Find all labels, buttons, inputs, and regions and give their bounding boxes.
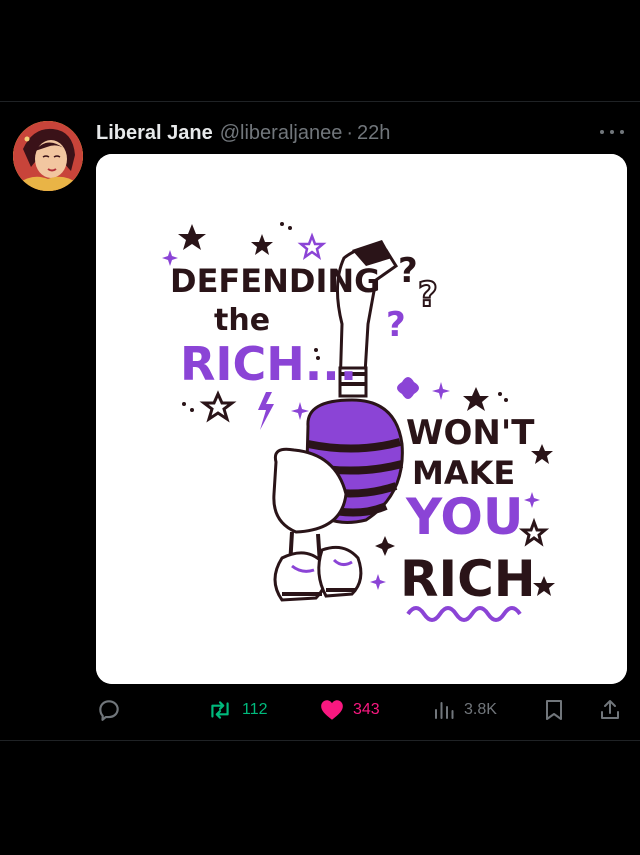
- goose-illustration: ? ? ? DEFENDING the RICH... WON'T MAKE Y…: [96, 154, 627, 684]
- more-dots-icon[interactable]: [600, 122, 624, 142]
- like-button[interactable]: 343: [319, 696, 380, 724]
- share-icon: [601, 700, 619, 719]
- text-rich-2: RICH: [400, 550, 536, 608]
- reply-button[interactable]: [96, 696, 130, 724]
- question-mark-2: ?: [418, 275, 438, 315]
- like-count: 343: [353, 701, 380, 718]
- repost-button[interactable]: 112: [206, 696, 268, 724]
- text-rich-1: RICH...: [180, 337, 357, 391]
- text-wont: WON'T: [406, 413, 535, 453]
- tweet-image[interactable]: ? ? ? DEFENDING the RICH... WON'T MAKE Y…: [96, 154, 627, 684]
- text-you: YOU: [405, 488, 524, 546]
- timestamp[interactable]: 22h: [357, 122, 390, 145]
- bookmark-button[interactable]: [542, 696, 566, 724]
- tweet[interactable]: Liberal Jane @liberaljanee · 22h ? ? ? D…: [0, 101, 640, 741]
- repost-icon: [211, 701, 229, 719]
- repost-count: 112: [242, 701, 268, 718]
- views-count: 3.8K: [464, 701, 497, 718]
- author-avatar[interactable]: [13, 121, 83, 191]
- avatar-illustration: [13, 121, 83, 191]
- author-name[interactable]: Liberal Jane: [96, 122, 213, 145]
- separator-dot: ·: [346, 121, 353, 144]
- question-mark-3: ?: [386, 305, 406, 345]
- text-the: the: [214, 303, 270, 338]
- question-mark-1: ?: [398, 251, 418, 291]
- bookmark-icon: [546, 700, 562, 720]
- text-make: MAKE: [412, 454, 515, 492]
- views-button[interactable]: 3.8K: [432, 696, 497, 724]
- text-defending: DEFENDING: [170, 262, 380, 300]
- views-icon: [435, 702, 454, 719]
- share-button[interactable]: [598, 696, 622, 724]
- author-handle[interactable]: @liberaljanee: [220, 122, 343, 145]
- action-bar: 112 343 3.8K: [96, 696, 626, 724]
- reply-icon: [99, 700, 119, 721]
- heart-icon: [321, 700, 343, 720]
- tweet-header: Liberal Jane @liberaljanee · 22h: [96, 121, 390, 145]
